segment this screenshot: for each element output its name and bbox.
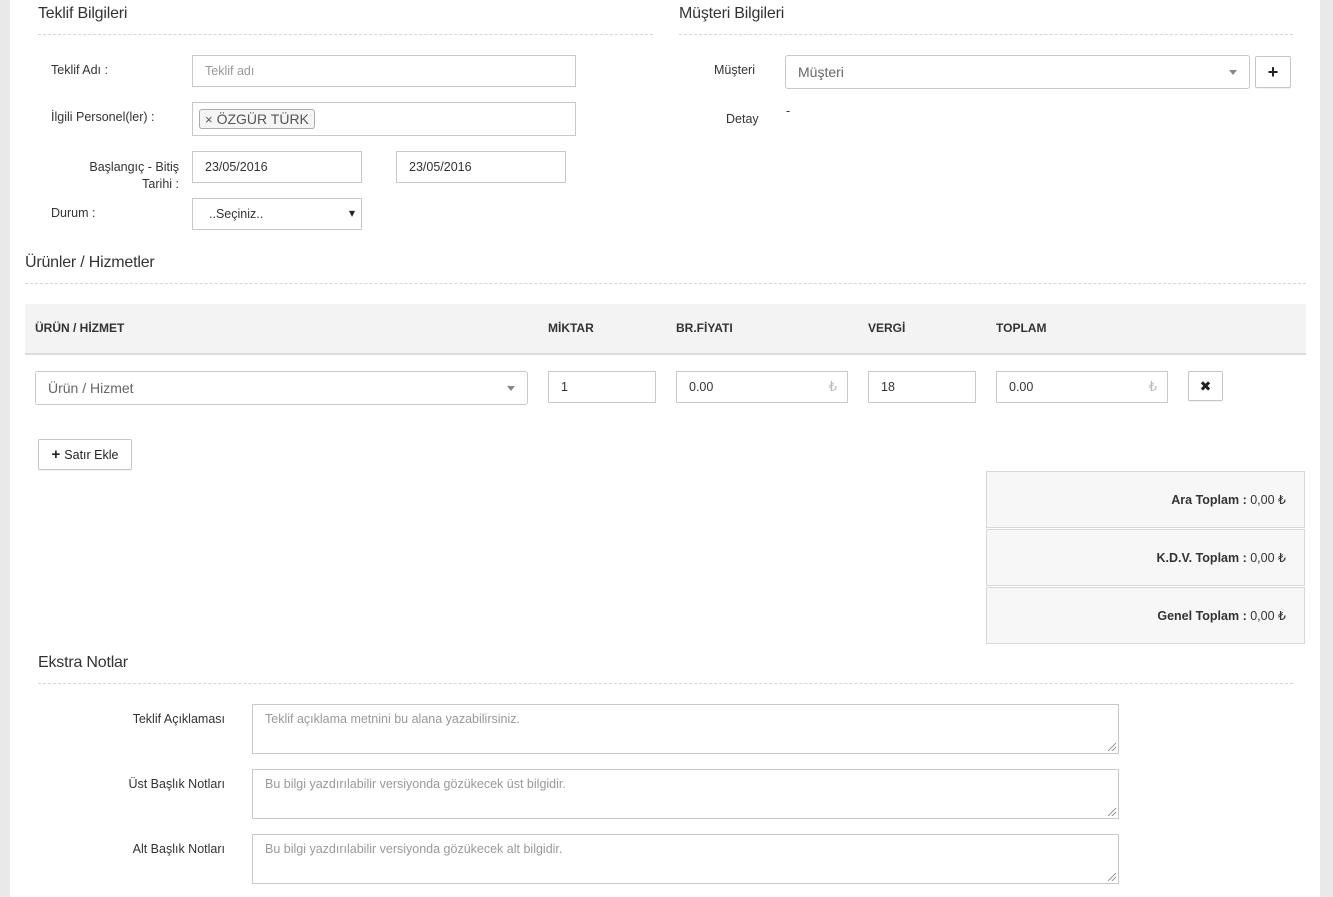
- offer-info-title: Teklif Bilgileri: [38, 5, 128, 22]
- description-label: Teklif Açıklaması: [132, 712, 225, 726]
- lira-icon: ₺: [828, 379, 837, 394]
- grand-total-value: 0,00 ₺: [1250, 609, 1286, 623]
- offer-name-input[interactable]: Teklif adı: [192, 55, 576, 87]
- row-total-input[interactable]: 0.00 ₺: [996, 371, 1168, 403]
- row-total-value: 0.00: [1009, 380, 1034, 394]
- header-notes-placeholder: Bu bilgi yazdırılabilir versiyonda gözük…: [265, 777, 566, 791]
- footer-notes-label: Alt Başlık Notları: [132, 842, 225, 856]
- start-date-input[interactable]: 23/05/2016: [192, 151, 362, 183]
- status-label: Durum :: [51, 206, 96, 220]
- offer-name-placeholder: Teklif adı: [205, 64, 255, 78]
- offer-form-panel: Teklif Bilgileri Teklif Adı : Teklif adı…: [10, 0, 1320, 897]
- chevron-down-icon: [507, 386, 515, 391]
- status-select[interactable]: ..Seçiniz.. ▾: [192, 198, 362, 230]
- footer-notes-placeholder: Bu bilgi yazdırılabilir versiyonda gözük…: [265, 842, 563, 856]
- offer-info-divider: [38, 34, 653, 35]
- vat-total-label: K.D.V. Toplam :: [1156, 550, 1247, 565]
- notes-divider: [38, 683, 1293, 684]
- vat-total-box: K.D.V. Toplam : 0,00 ₺: [986, 529, 1305, 586]
- subtotal-value: 0,00 ₺: [1250, 493, 1286, 507]
- unit-price-input[interactable]: 0.00 ₺: [676, 371, 848, 403]
- column-header-unit-price: BR.FİYATI: [676, 321, 733, 335]
- tax-input[interactable]: 18: [868, 371, 976, 403]
- subtotal-label: Ara Toplam :: [1171, 492, 1247, 507]
- customer-info-title: Müşteri Bilgileri: [679, 5, 785, 22]
- customer-select-placeholder: Müşteri: [798, 64, 844, 80]
- lira-icon: ₺: [1148, 379, 1157, 394]
- page-scrollbar[interactable]: [1320, 0, 1333, 897]
- column-header-product: ÜRÜN / HİZMET: [35, 321, 125, 335]
- unit-price-value: 0.00: [689, 380, 714, 394]
- resize-handle-icon[interactable]: [1108, 808, 1116, 816]
- remove-row-button[interactable]: ✖: [1188, 371, 1223, 401]
- customer-select[interactable]: Müşteri: [785, 55, 1250, 89]
- date-range-label-line1: Başlangıç - Bitiş: [89, 160, 179, 174]
- resize-handle-icon[interactable]: [1108, 873, 1116, 881]
- products-divider: [25, 283, 1306, 284]
- staff-multiselect[interactable]: × ÖZGÜR TÜRK: [192, 102, 576, 136]
- detail-label: Detay: [726, 112, 759, 126]
- staff-tag: × ÖZGÜR TÜRK: [199, 109, 315, 129]
- column-header-tax: VERGİ: [868, 321, 906, 335]
- vat-total-value: 0,00 ₺: [1250, 551, 1286, 565]
- status-select-value: ..Seçiniz..: [209, 207, 264, 221]
- grand-total-label: Genel Toplam :: [1157, 608, 1247, 623]
- resize-handle-icon[interactable]: [1108, 743, 1116, 751]
- offer-name-label: Teklif Adı :: [51, 63, 108, 77]
- tag-remove-icon[interactable]: ×: [205, 112, 213, 127]
- column-header-quantity: MİKTAR: [548, 321, 594, 335]
- product-select[interactable]: Ürün / Hizmet: [35, 371, 528, 405]
- products-title: Ürünler / Hizmetler: [25, 254, 155, 271]
- plus-icon: +: [1267, 61, 1279, 82]
- chevron-down-icon: ▾: [348, 206, 355, 220]
- date-range-label-line2: Tarihi :: [142, 177, 179, 191]
- footer-notes-textarea[interactable]: Bu bilgi yazdırılabilir versiyonda gözük…: [252, 834, 1119, 884]
- end-date-input[interactable]: 23/05/2016: [396, 151, 566, 183]
- close-icon: ✖: [1199, 377, 1212, 394]
- header-notes-label: Üst Başlık Notları: [128, 777, 225, 791]
- grand-total-box: Genel Toplam : 0,00 ₺: [986, 587, 1305, 644]
- column-header-total: TOPLAM: [996, 321, 1047, 335]
- customer-info-divider: [679, 34, 1293, 35]
- staff-label: İlgili Personel(ler) :: [51, 110, 155, 124]
- header-notes-textarea[interactable]: Bu bilgi yazdırılabilir versiyonda gözük…: [252, 769, 1119, 819]
- description-placeholder: Teklif açıklama metnini bu alana yazabil…: [265, 712, 520, 726]
- customer-label: Müşteri: [714, 63, 755, 77]
- subtotal-box: Ara Toplam : 0,00 ₺: [986, 471, 1305, 528]
- add-row-button[interactable]: + Satır Ekle: [38, 439, 132, 470]
- description-textarea[interactable]: Teklif açıklama metnini bu alana yazabil…: [252, 704, 1119, 754]
- plus-icon: +: [51, 446, 61, 463]
- add-row-label: Satır Ekle: [64, 447, 119, 462]
- products-table-header: ÜRÜN / HİZMET MİKTAR BR.FİYATI VERGİ TOP…: [25, 304, 1306, 355]
- add-customer-button[interactable]: +: [1255, 56, 1291, 88]
- quantity-input[interactable]: 1: [548, 371, 656, 403]
- date-range-label: Başlangıç - Bitiş Tarihi :: [50, 159, 179, 193]
- staff-tag-label: ÖZGÜR TÜRK: [216, 111, 309, 127]
- notes-title: Ekstra Notlar: [38, 654, 128, 671]
- detail-value: -: [786, 104, 791, 118]
- product-select-placeholder: Ürün / Hizmet: [48, 380, 134, 396]
- chevron-down-icon: [1229, 70, 1237, 75]
